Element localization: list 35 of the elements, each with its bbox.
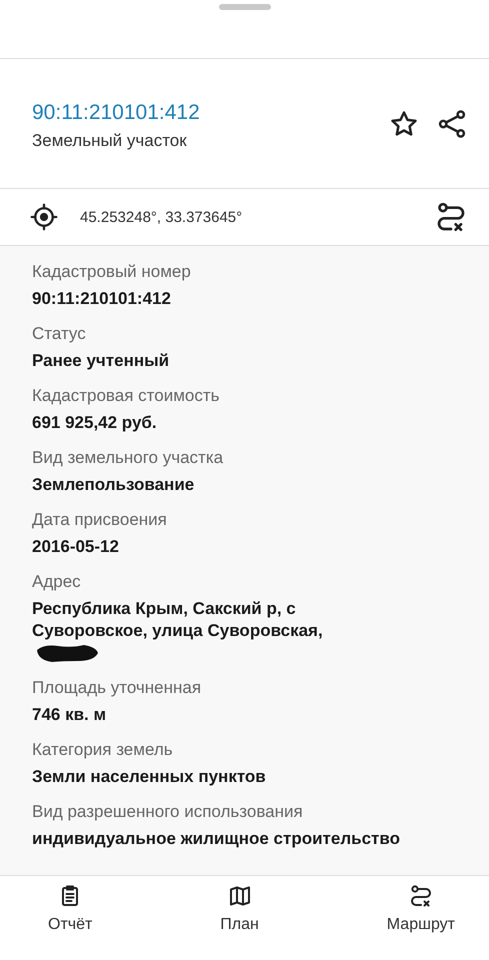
field-label: Вид земельного участка <box>32 448 224 468</box>
nav-button[interactable]: План <box>220 884 259 934</box>
nav-button[interactable]: Маршрут <box>386 884 455 934</box>
field-value: Ранее учтенный <box>32 350 170 372</box>
drag-handle[interactable] <box>218 4 270 10</box>
route-button[interactable] <box>435 201 467 233</box>
field-value: Республика Крым, Сакский р, с Суворовское, улица Суворовская, <box>32 599 323 640</box>
field-value: индивидуальное жилищное строительство <box>32 828 401 850</box>
field-label: Статус <box>32 324 87 344</box>
favorite-button[interactable] <box>389 108 419 138</box>
locate-button[interactable] <box>30 203 58 231</box>
field-value: 2016-05-12 <box>32 536 120 558</box>
field-label: Площадь уточненная <box>32 678 202 698</box>
share-button[interactable] <box>437 108 467 138</box>
field-value: 746 кв. м <box>32 704 108 726</box>
crosshair-icon <box>30 203 58 231</box>
field-value: 691 925,42 руб. <box>32 412 158 434</box>
field-value: 90:11:210101:412 <box>32 288 172 310</box>
star-icon <box>389 108 419 138</box>
route-icon <box>435 201 467 233</box>
field-label: Адрес <box>32 572 82 592</box>
map-icon <box>228 884 252 908</box>
field-label: Дата присвоения <box>32 510 168 530</box>
share-icon <box>437 108 467 138</box>
nav-button[interactable]: Отчёт <box>48 884 92 934</box>
route-icon <box>408 884 433 908</box>
parcel-type: Земельный участок <box>32 130 188 150</box>
field-label: Кадастровый номер <box>32 262 192 282</box>
parcel-title: 90:11:210101:412 <box>32 100 201 124</box>
field-label: Вид разрешенного использования <box>32 802 304 822</box>
field-value: Землепользование <box>32 474 196 496</box>
field-label: Кадастровая стоимость <box>32 386 220 406</box>
field-label: Категория земель <box>32 740 174 760</box>
field-value: Земли населенных пунктов <box>32 766 267 788</box>
coordinates-text: 45.253248°, 33.373645° <box>80 208 244 226</box>
